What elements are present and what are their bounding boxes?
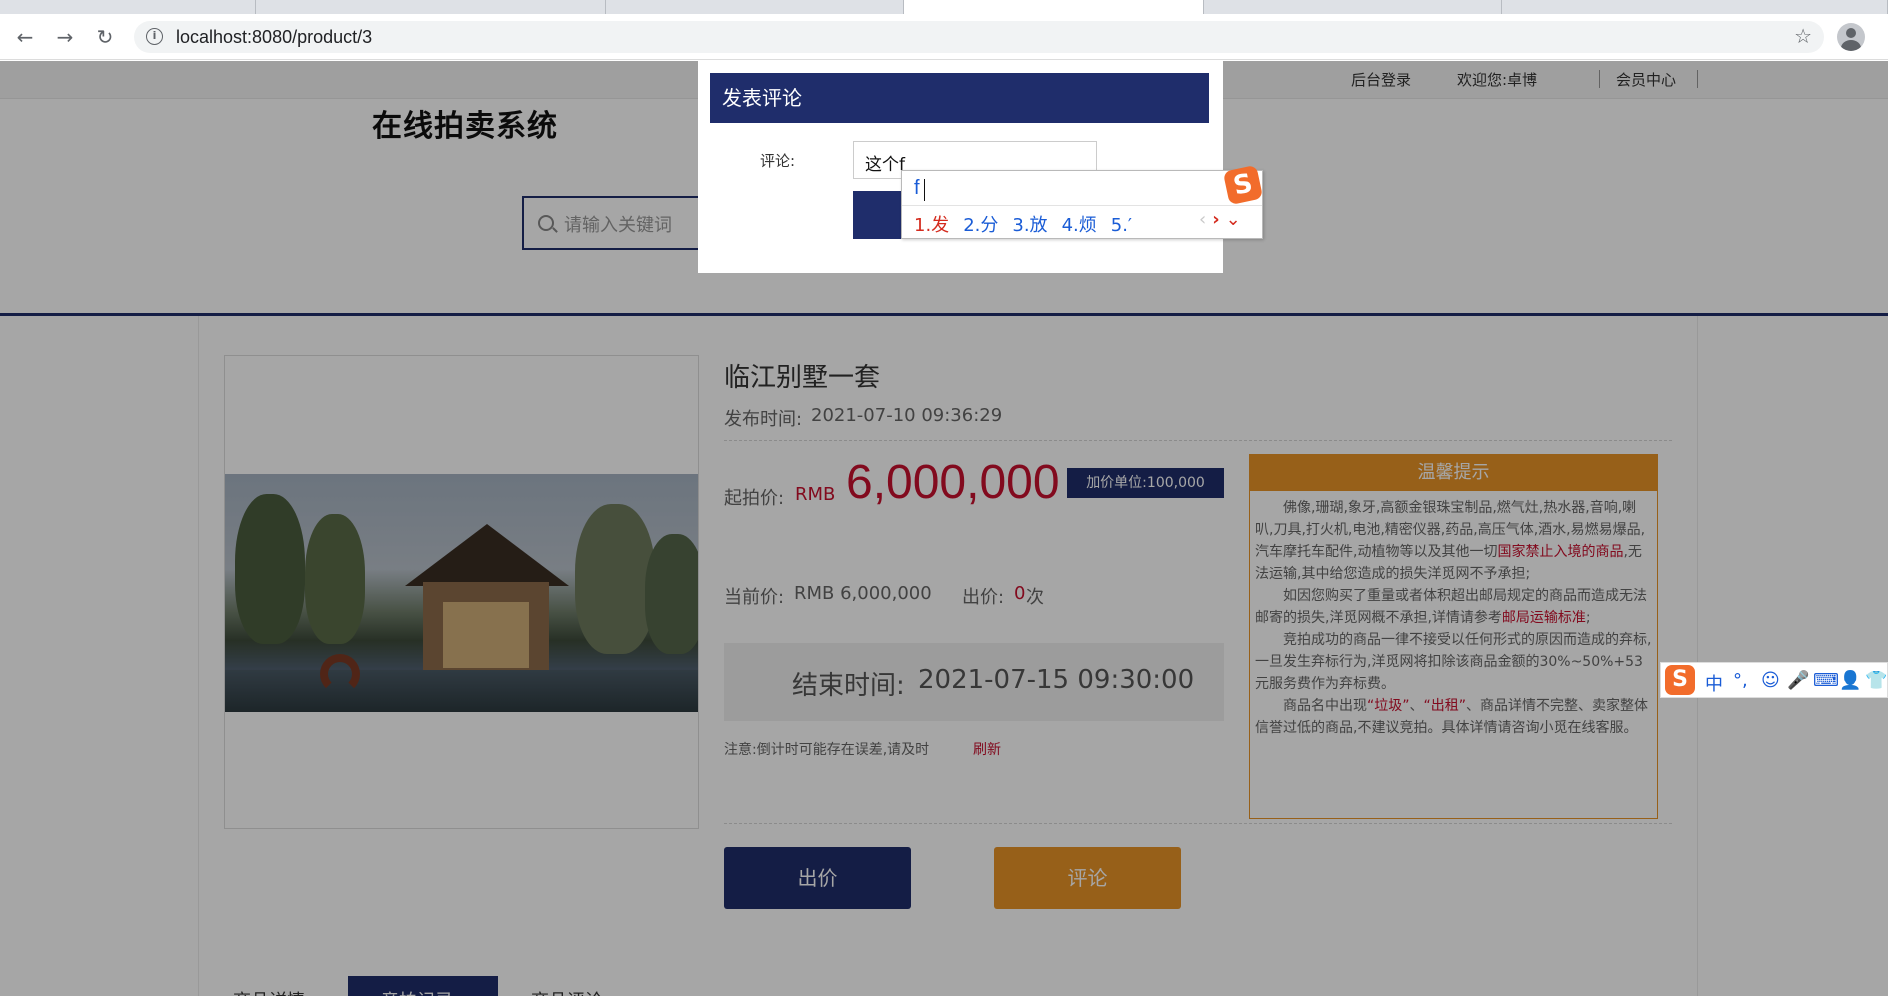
dialog-title: 发表评论	[710, 73, 1209, 123]
browser-tab[interactable]	[606, 0, 904, 14]
skin-icon[interactable]: 👕	[1865, 670, 1887, 691]
emoji-icon[interactable]: ☺	[1761, 670, 1780, 691]
comment-dialog: 发表评论 评论: 这个f	[698, 61, 1223, 273]
ime-composition: f	[914, 177, 920, 199]
browser-tab[interactable]	[1502, 0, 1888, 14]
ime-next-page-icon[interactable]: ›	[1212, 209, 1219, 230]
user-icon[interactable]: 👤	[1839, 670, 1861, 691]
address-bar[interactable]: i localhost:8080/product/3 ☆	[134, 21, 1824, 53]
text-caret	[924, 179, 925, 201]
forward-icon[interactable]: →	[52, 24, 78, 50]
browser-toolbar: ← → ↻ i localhost:8080/product/3 ☆	[0, 14, 1888, 60]
ime-page-controls: ‹ › ⌄	[1199, 209, 1241, 230]
ime-divider	[902, 205, 1262, 206]
ime-candidate[interactable]: 2.分	[963, 215, 998, 236]
ime-expand-icon[interactable]: ⌄	[1226, 209, 1241, 230]
ime-candidate-window: f 1.发 2.分 3.放 4.烦 5.′ ‹ › ⌄	[901, 170, 1263, 239]
bookmark-star-icon[interactable]: ☆	[1794, 24, 1812, 48]
reload-icon[interactable]: ↻	[92, 24, 118, 50]
punctuation-icon[interactable]: °,	[1733, 670, 1748, 691]
browser-tab[interactable]	[1204, 0, 1502, 14]
browser-tab[interactable]	[256, 0, 606, 14]
site-info-icon[interactable]: i	[146, 28, 163, 45]
ime-candidates: 1.发 2.分 3.放 4.烦 5.′	[914, 211, 1146, 237]
comment-label: 评论:	[760, 152, 796, 170]
ime-status-bar: S 中 °, ☺ 🎤 ⌨ 👤 👕	[1660, 662, 1888, 698]
back-icon[interactable]: ←	[12, 24, 38, 50]
profile-avatar-icon[interactable]	[1837, 23, 1865, 51]
ime-candidate[interactable]: 1.发	[914, 215, 949, 236]
url-text[interactable]: localhost:8080/product/3	[176, 27, 372, 48]
browser-tab[interactable]	[0, 0, 256, 14]
ime-candidate[interactable]: 4.烦	[1062, 215, 1097, 236]
chinese-mode-icon[interactable]: 中	[1705, 670, 1723, 696]
microphone-icon[interactable]: 🎤	[1787, 670, 1809, 691]
browser-tab-active[interactable]	[904, 0, 1204, 14]
comment-input-value: 这个f	[865, 155, 905, 175]
browser-tab-strip	[0, 0, 1888, 14]
ime-candidate[interactable]: 3.放	[1012, 215, 1047, 236]
ime-candidate[interactable]: 5.′	[1111, 215, 1132, 236]
keyboard-icon[interactable]: ⌨	[1813, 670, 1839, 691]
sogou-logo-icon: S	[1222, 164, 1264, 206]
ime-prev-page-icon[interactable]: ‹	[1199, 209, 1206, 230]
sogou-icon[interactable]: S	[1665, 665, 1695, 695]
